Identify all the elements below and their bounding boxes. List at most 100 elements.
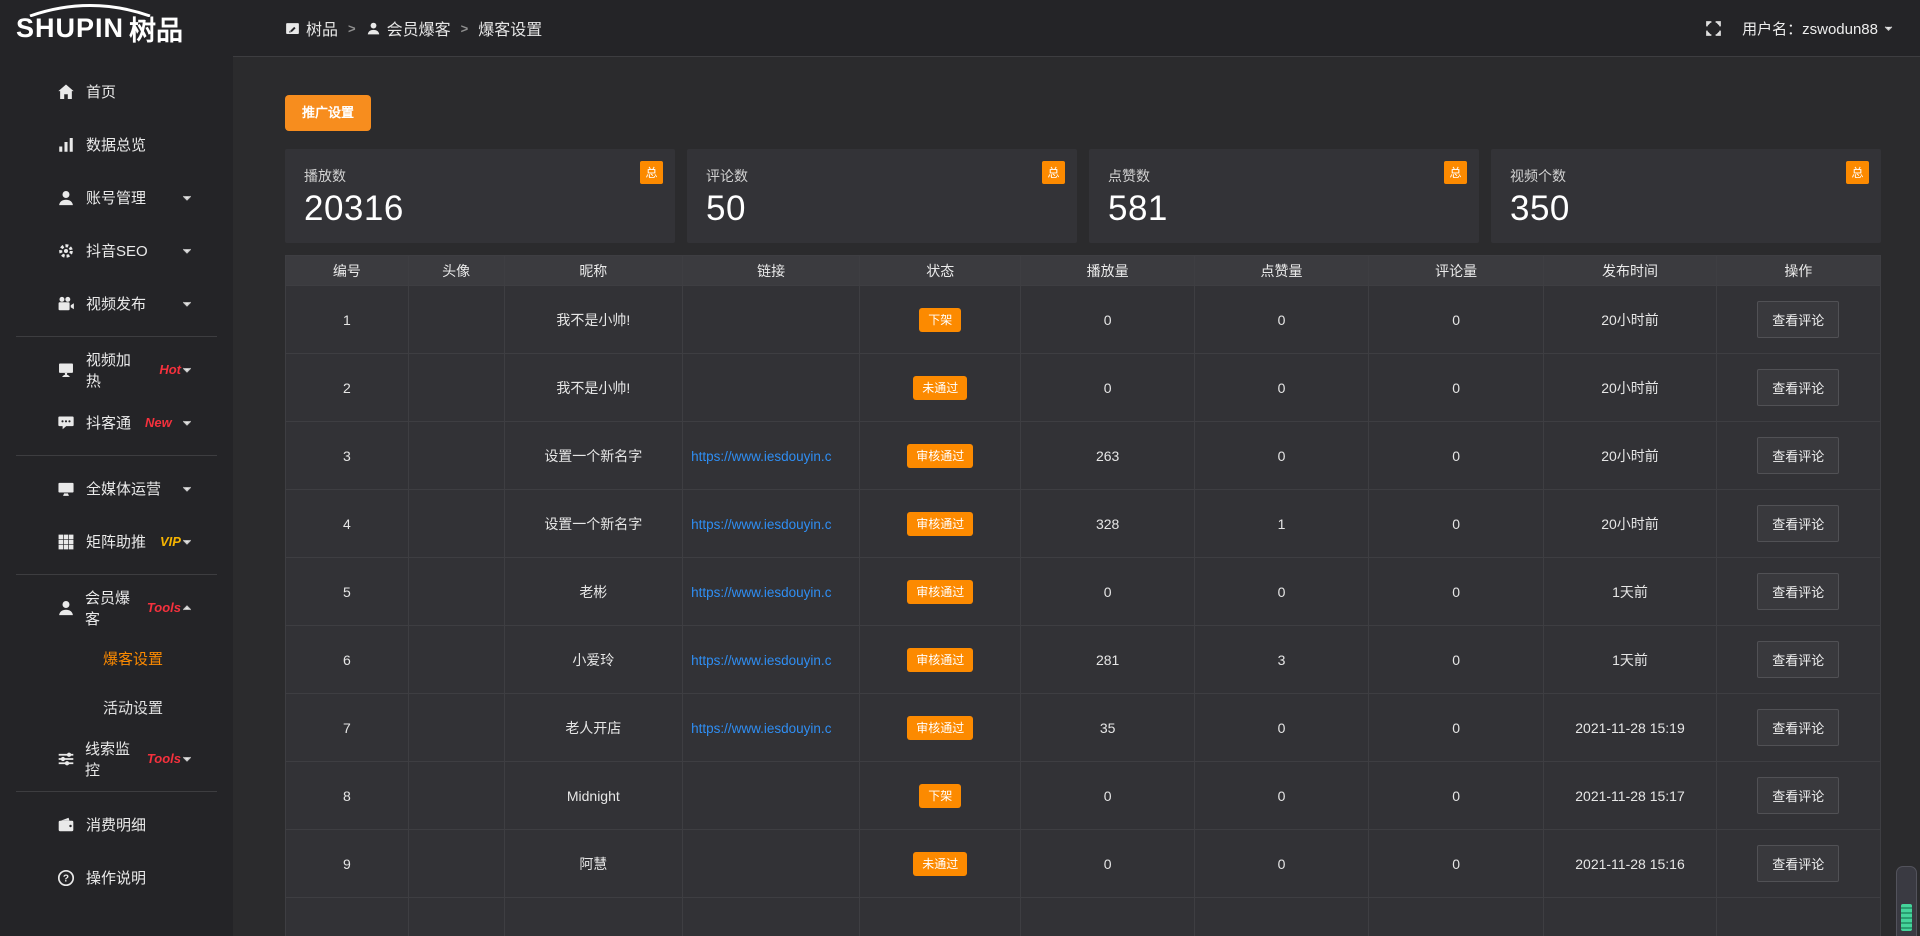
video-link[interactable]: https://www.iesdouyin.c	[691, 585, 831, 600]
promo-settings-button[interactable]: 推广设置	[285, 95, 371, 131]
app-icon	[285, 21, 300, 36]
app-window: SHUPIN 树品 首页数据总览账号管理抖音SEO 视频发布视频加热Hot抖客通N…	[0, 0, 1920, 936]
cell-status: 审核通过	[860, 422, 1021, 490]
sidebar-item-all-media[interactable]: 全媒体运营	[0, 462, 233, 515]
screen-icon	[57, 361, 76, 379]
user-menu[interactable]: 用户名：zswodun88	[1742, 18, 1894, 39]
column-header: 昵称	[504, 256, 683, 286]
cell-plays: 35	[1021, 694, 1195, 762]
cell-action: 查看评论	[1716, 354, 1880, 422]
chevron-down-icon	[181, 536, 193, 548]
breadcrumb-item-burst-settings[interactable]: 爆客设置	[478, 16, 542, 40]
cell-id: 3	[286, 422, 409, 490]
chevron-down-icon	[181, 483, 193, 495]
cell-id: 9	[286, 830, 409, 898]
sliders-icon	[57, 750, 75, 768]
cell-link: https://www.iesdouyin.c	[683, 694, 860, 762]
sidebar-item-spend-detail[interactable]: 消费明细	[0, 798, 233, 851]
cell-avatar	[408, 422, 504, 490]
sidebar-subitem-burst-settings[interactable]: 爆客设置	[0, 634, 233, 683]
logo-text-en: SHUPIN	[16, 13, 124, 44]
menu-tag: Tools	[147, 751, 181, 766]
content: 推广设置 播放数20316总评论数50总点赞数581总视频个数350总 编号头像…	[233, 57, 1920, 936]
topbar: 树品>会员爆客>爆客设置 用户名：zswodun88	[233, 0, 1920, 57]
cell-plays: 0	[1021, 354, 1195, 422]
view-comments-button[interactable]: 查看评论	[1757, 437, 1839, 474]
cell-plays: 0	[1021, 286, 1195, 354]
view-comments-button[interactable]: 查看评论	[1757, 845, 1839, 882]
cell-comments: 0	[1368, 422, 1543, 490]
cell-status: 审核通过	[860, 694, 1021, 762]
fullscreen-icon[interactable]	[1705, 20, 1722, 37]
table-row: 1我不是小帅!下架00020小时前查看评论	[286, 286, 1881, 354]
breadcrumb-separator: >	[461, 21, 469, 36]
cell-action	[1716, 898, 1880, 936]
cell-action: 查看评论	[1716, 694, 1880, 762]
stat-card-label: 播放数	[304, 166, 655, 186]
sidebar-item-video-heat[interactable]: 视频加热Hot	[0, 343, 233, 396]
chat-icon	[57, 414, 76, 432]
view-comments-button[interactable]: 查看评论	[1757, 777, 1839, 814]
sidebar-menu: 首页数据总览账号管理抖音SEO 视频发布视频加热Hot抖客通New 全媒体运营矩阵助…	[0, 57, 233, 904]
sidebar-item-label: 消费明细	[86, 814, 146, 835]
floating-widget[interactable]	[1896, 866, 1917, 936]
view-comments-button[interactable]: 查看评论	[1757, 301, 1839, 338]
cell-comments: 0	[1368, 286, 1543, 354]
cell-status: 下架	[860, 762, 1021, 830]
cell-link: https://www.iesdouyin.c	[683, 422, 860, 490]
sidebar-item-douyin-seo[interactable]: 抖音SEO	[0, 224, 233, 277]
sidebar-divider	[16, 455, 217, 456]
video-link[interactable]: https://www.iesdouyin.c	[691, 449, 831, 464]
sidebar-item-video-publish[interactable]: 视频发布	[0, 277, 233, 330]
stat-card: 点赞数581总	[1089, 149, 1479, 243]
cell-action: 查看评论	[1716, 490, 1880, 558]
view-comments-button[interactable]: 查看评论	[1757, 369, 1839, 406]
stat-card-label: 点赞数	[1108, 166, 1459, 186]
sidebar-item-operation-guide[interactable]: ?操作说明	[0, 851, 233, 904]
cell-status: 下架	[860, 286, 1021, 354]
user-icon	[57, 599, 75, 617]
video-link[interactable]: https://www.iesdouyin.c	[691, 517, 831, 532]
monitor-icon	[57, 480, 76, 498]
stat-card-value: 350	[1510, 189, 1861, 229]
column-header: 评论量	[1368, 256, 1543, 286]
chevron-down-icon	[181, 417, 193, 429]
sidebar-item-label: 抖音SEO	[86, 240, 148, 261]
sidebar-item-matrix-boost[interactable]: 矩阵助推VIP	[0, 515, 233, 568]
breadcrumb-label: 会员爆客	[387, 16, 451, 40]
cell-status: 未通过	[860, 830, 1021, 898]
cell-link: https://www.iesdouyin.c	[683, 558, 860, 626]
cell-comments: 0	[1368, 694, 1543, 762]
total-badge: 总	[640, 161, 663, 184]
view-comments-button[interactable]: 查看评论	[1757, 709, 1839, 746]
video-link[interactable]: https://www.iesdouyin.c	[691, 721, 831, 736]
sidebar-item-home[interactable]: 首页	[0, 65, 233, 118]
breadcrumb-item-member-burst[interactable]: 会员爆客	[366, 16, 451, 40]
cell-nickname: 设置一个新名字	[504, 490, 683, 558]
breadcrumb-item-shupin[interactable]: 树品	[285, 16, 338, 40]
cell-nickname: 我不是小帅!	[504, 286, 683, 354]
sidebar-item-data-overview[interactable]: 数据总览	[0, 118, 233, 171]
sidebar-item-member-burst[interactable]: 会员爆客Tools	[0, 581, 233, 634]
cell-action: 查看评论	[1716, 830, 1880, 898]
view-comments-button[interactable]: 查看评论	[1757, 573, 1839, 610]
cell-time	[1544, 898, 1716, 936]
status-badge: 下架	[919, 308, 961, 332]
view-comments-button[interactable]: 查看评论	[1757, 641, 1839, 678]
view-comments-button[interactable]: 查看评论	[1757, 505, 1839, 542]
cell-avatar	[408, 694, 504, 762]
table-row: 3设置一个新名字https://www.iesdouyin.c审核通过26300…	[286, 422, 1881, 490]
video-link[interactable]: https://www.iesdouyin.c	[691, 653, 831, 668]
sidebar-item-label: 会员爆客	[85, 587, 133, 629]
sidebar-item-label: 操作说明	[86, 867, 146, 888]
table-row: 8Midnight下架0002021-11-28 15:17查看评论	[286, 762, 1881, 830]
stat-card-value: 50	[706, 189, 1057, 229]
table-header-row: 编号头像昵称链接状态播放量点赞量评论量发布时间操作	[286, 256, 1881, 286]
cell-likes: 0	[1195, 422, 1369, 490]
chevron-down-icon	[1883, 23, 1894, 34]
sidebar-subitem-activity-settings[interactable]: 活动设置	[0, 683, 233, 732]
sidebar-item-clue-monitor[interactable]: 线索监控Tools	[0, 732, 233, 785]
sidebar-item-account-manage[interactable]: 账号管理	[0, 171, 233, 224]
sidebar-item-douketong[interactable]: 抖客通New	[0, 396, 233, 449]
cell-nickname: 小爱玲	[504, 626, 683, 694]
